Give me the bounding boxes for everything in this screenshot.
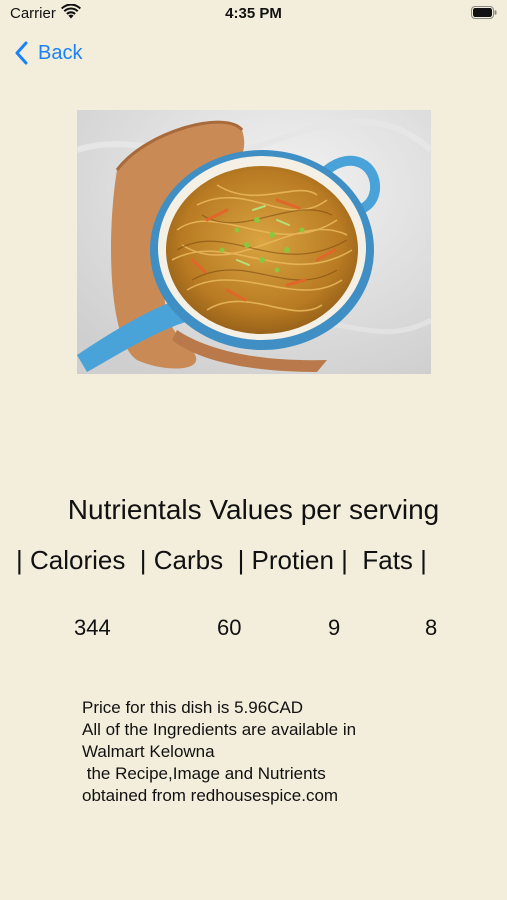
nutrition-column-headers: | Calories | Carbs | Protien | Fats | xyxy=(16,545,427,575)
protein-value: 9 xyxy=(328,615,341,640)
store-name-text: Walmart Kelowna xyxy=(82,742,215,761)
source-site-text: obtained from redhousespice.com xyxy=(82,786,339,805)
back-button[interactable]: Back xyxy=(14,38,82,68)
ingredients-availability-text: All of the Ingredients are available in xyxy=(82,720,357,739)
clock: 4:35 PM xyxy=(225,5,282,22)
chevron-left-icon xyxy=(15,41,28,65)
noodle-dish-photo xyxy=(77,110,431,374)
fats-value: 8 xyxy=(425,615,438,640)
dish-info: Price for this dish is 5.96CAD All of th… xyxy=(82,697,482,807)
price-text: Price for this dish is 5.96CAD xyxy=(82,698,304,717)
nutrition-heading: Nutrientals Values per serving xyxy=(67,494,440,525)
calories-value: 344 xyxy=(74,615,111,640)
status-bar: Carrier 4:35 PM xyxy=(0,0,507,28)
source-note-text: the Recipe,Image and Nutrients xyxy=(82,764,326,783)
battery-icon xyxy=(471,6,497,19)
back-label: Back xyxy=(38,41,83,64)
dish-image xyxy=(77,110,431,374)
carbs-value: 60 xyxy=(217,615,242,640)
